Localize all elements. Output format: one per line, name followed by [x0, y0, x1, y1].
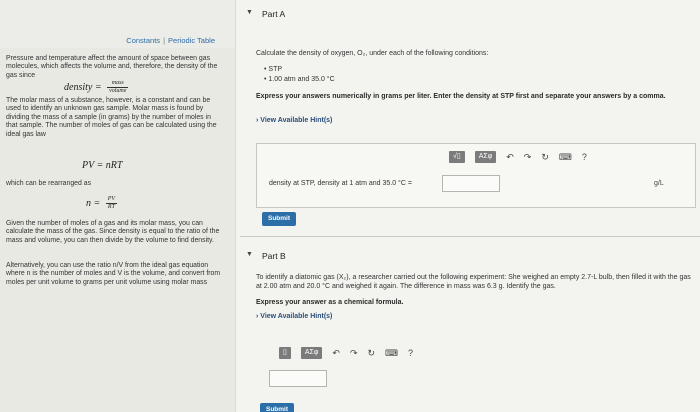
- part-a-redo-icon[interactable]: ↷: [524, 151, 532, 163]
- part-a-bullet-2: • 1.00 atm and 35.0 °C: [264, 76, 335, 83]
- part-a-hint-label: View Available Hint(s): [260, 117, 333, 124]
- moles-numerator: PV: [105, 196, 118, 204]
- part-a-reset-icon[interactable]: ↻: [541, 151, 549, 163]
- moles-denominator: RT: [107, 204, 115, 210]
- question-panel: ▼ Part A Calculate the density of oxygen…: [236, 0, 700, 412]
- reference-links: Constants | Periodic Table: [126, 36, 215, 45]
- part-b-keyboard-icon[interactable]: ⌨: [385, 347, 398, 359]
- part-b-toolbar: ▯ ΑΣφ ↶ ↷ ↻ ⌨ ?: [279, 347, 413, 359]
- info-panel: Constants | Periodic Table Pressure and te…: [0, 0, 235, 412]
- part-a-collapse-icon[interactable]: ▼: [246, 9, 253, 16]
- part-a-symbols-button[interactable]: ΑΣφ: [474, 151, 497, 163]
- part-a-toolbar: √▯ ΑΣφ ↶ ↷ ↻ ⌨ ?: [449, 151, 587, 163]
- part-a-bullet-1-text: STP: [268, 66, 283, 73]
- link-separator: |: [163, 36, 166, 45]
- part-a-title: Part A: [262, 9, 286, 19]
- part-b-hint-label: View Available Hint(s): [260, 313, 333, 320]
- rearranged-text: which can be rearranged as: [6, 180, 92, 187]
- moles-equation: n = PV RT: [86, 196, 118, 211]
- ideal-gas-equation: PV = nRT: [82, 160, 123, 171]
- density-numerator: mass: [107, 80, 129, 88]
- part-b-symbols-button[interactable]: ΑΣφ: [300, 347, 323, 359]
- density-fraction: mass volume: [107, 80, 129, 95]
- moles-fraction: PV RT: [105, 196, 118, 211]
- part-a-answer-input[interactable]: [442, 175, 500, 192]
- density-eq-lhs: density =: [64, 81, 102, 93]
- part-a-template-button[interactable]: √▯: [449, 151, 465, 163]
- part-b-hint-link[interactable]: › View Available Hint(s): [256, 313, 332, 320]
- part-a-submit-button[interactable]: Submit: [262, 212, 297, 226]
- part-a-keyboard-icon[interactable]: ⌨: [559, 151, 572, 163]
- part-divider: [240, 236, 700, 237]
- part-b-question: To identify a diatomic gas (X₂), a resea…: [256, 274, 691, 290]
- density-equation: density = mass volume: [64, 80, 129, 95]
- part-b-undo-icon[interactable]: ↶: [332, 347, 340, 359]
- part-a-question: Calculate the density of oxygen, O₂, und…: [256, 50, 489, 57]
- part-a-bullet-1: • STP: [264, 66, 283, 73]
- part-b-answer-input[interactable]: [269, 370, 327, 387]
- periodic-table-link[interactable]: Periodic Table: [168, 36, 215, 45]
- part-b-help-icon[interactable]: ?: [408, 347, 413, 359]
- molar-mass-text: The molar mass of a substance, however, …: [6, 97, 217, 138]
- part-b-submit-button[interactable]: Submit: [260, 403, 295, 412]
- part-b-title: Part B: [262, 251, 286, 261]
- part-b-instruction: Express your answer as a chemical formul…: [256, 299, 404, 306]
- part-b-reset-icon[interactable]: ↻: [368, 347, 376, 359]
- part-a-unit: g/L: [654, 180, 664, 187]
- density-denominator: volume: [109, 88, 127, 94]
- part-a-instruction: Express your answers numerically in gram…: [256, 93, 666, 100]
- constants-link[interactable]: Constants: [126, 36, 160, 45]
- part-a-answer-label: density at STP, density at 1 atm and 35.…: [269, 180, 412, 187]
- part-b-redo-icon[interactable]: ↷: [350, 347, 358, 359]
- given-text: Given the number of moles of a gas and i…: [6, 220, 220, 244]
- alternative-text: Alternatively, you can use the ratio n/V…: [6, 262, 221, 286]
- part-a-undo-icon[interactable]: ↶: [506, 151, 514, 163]
- moles-eq-lhs: n =: [86, 197, 101, 209]
- part-b-template-button[interactable]: ▯: [279, 347, 291, 359]
- part-b-collapse-icon[interactable]: ▼: [246, 251, 253, 258]
- part-a-bullet-2-text: 1.00 atm and 35.0 °C: [268, 76, 335, 83]
- intro-text: Pressure and temperature affect the amou…: [6, 55, 218, 79]
- part-a-help-icon[interactable]: ?: [582, 151, 587, 163]
- part-a-hint-link[interactable]: › View Available Hint(s): [256, 117, 332, 124]
